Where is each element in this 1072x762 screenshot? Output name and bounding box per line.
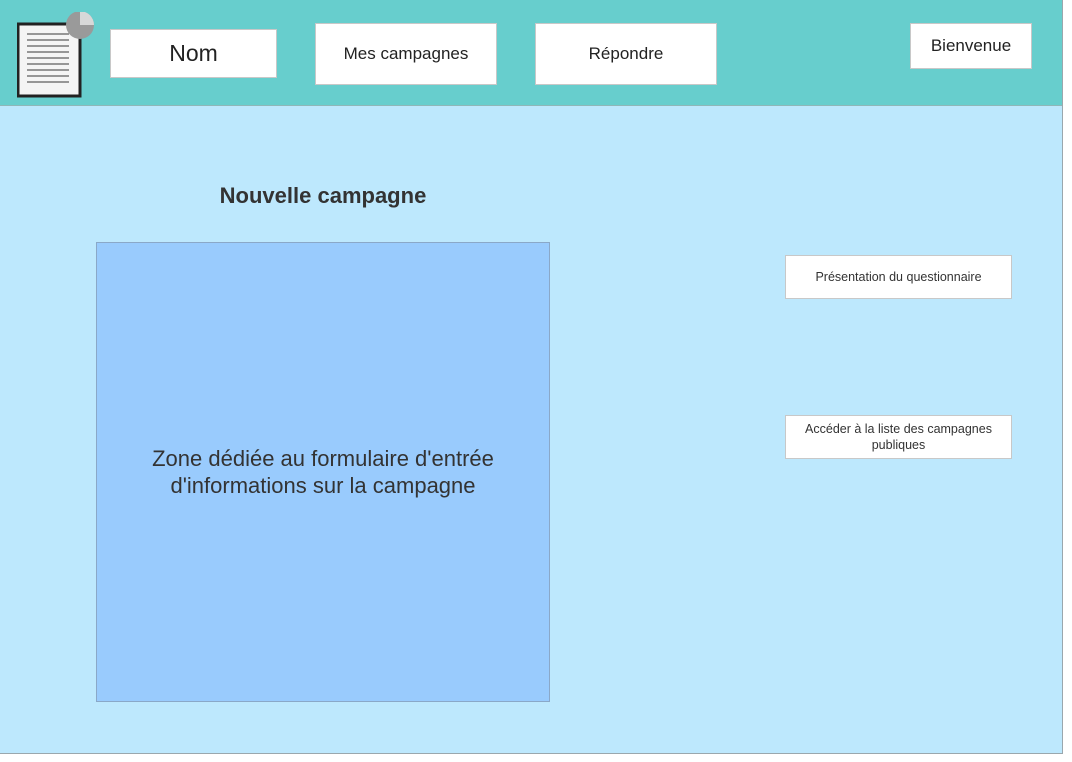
- top-header: Nom Mes campagnes Répondre Bienvenue: [0, 0, 1062, 106]
- name-button[interactable]: Nom: [110, 29, 277, 78]
- document-chart-icon: [16, 11, 95, 98]
- public-campaigns-list-button[interactable]: Accéder à la liste des campagnes publiqu…: [785, 415, 1012, 459]
- page-title: Nouvelle campagne: [219, 183, 427, 208]
- welcome-button[interactable]: Bienvenue: [910, 23, 1032, 69]
- campaign-form-zone[interactable]: Zone dédiée au formulaire d'entrée d'inf…: [96, 242, 550, 702]
- questionnaire-presentation-button[interactable]: Présentation du questionnaire: [785, 255, 1012, 299]
- my-campaigns-button[interactable]: Mes campagnes: [315, 23, 497, 85]
- form-zone-placeholder-text: Zone dédiée au formulaire d'entrée d'inf…: [152, 446, 494, 498]
- answer-button[interactable]: Répondre: [535, 23, 717, 85]
- app-frame: Nom Mes campagnes Répondre Bienvenue Nou…: [0, 0, 1063, 754]
